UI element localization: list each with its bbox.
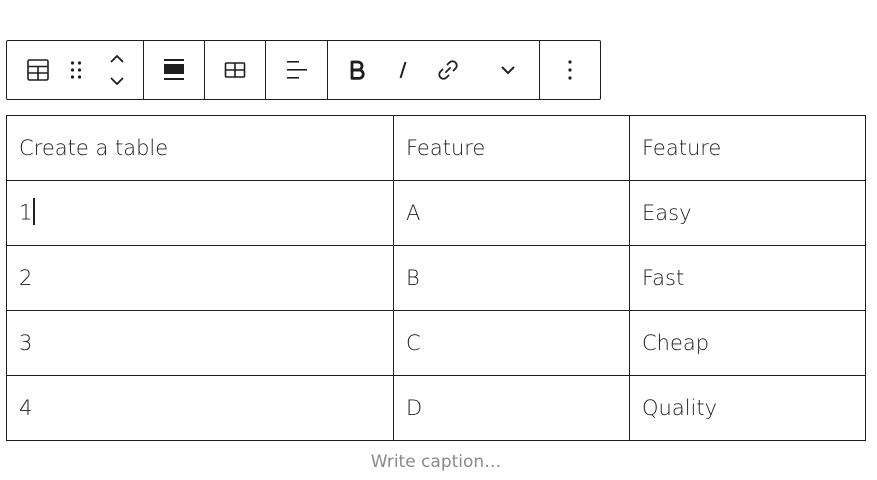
move-up-down-icon — [110, 54, 124, 86]
cell-text: C — [406, 331, 421, 355]
table-cell[interactable]: Feature — [393, 115, 630, 181]
bold-icon — [350, 60, 365, 80]
drag-button[interactable] — [59, 41, 92, 99]
block-toolbar — [6, 40, 601, 100]
cell-text: A — [406, 201, 421, 225]
more-formats-button[interactable] — [477, 41, 539, 99]
cell-text: Create a table — [19, 136, 169, 160]
bold-button[interactable] — [328, 41, 386, 99]
table-edit-group — [205, 41, 266, 99]
table-caption-input[interactable]: Write caption… — [0, 452, 872, 472]
table-cell[interactable]: 3 — [6, 310, 394, 376]
table-cell[interactable]: Create a table — [6, 115, 394, 181]
table-row: Create a table Feature Feature — [6, 115, 866, 181]
cell-text: B — [406, 266, 420, 290]
table-cell-active[interactable]: 1 — [6, 180, 394, 246]
more-vertical-icon — [568, 60, 572, 80]
align-button[interactable] — [144, 41, 204, 99]
table-cell[interactable]: A — [393, 180, 630, 246]
table-row: 4 D Quality — [6, 375, 866, 441]
cell-text: 2 — [19, 266, 33, 290]
cell-text: 4 — [19, 396, 33, 420]
align-wide-icon — [164, 59, 184, 80]
table-cell[interactable]: C — [393, 310, 630, 376]
cell-text: Feature — [406, 136, 486, 160]
text-cursor — [33, 197, 36, 225]
table-edit-icon — [224, 62, 246, 78]
cell-text: Quality — [642, 396, 718, 420]
chevron-down-icon — [501, 66, 515, 75]
table-block-button[interactable] — [7, 41, 59, 99]
table-cell[interactable]: 4 — [6, 375, 394, 441]
cell-text: Easy — [642, 201, 692, 225]
options-group — [540, 41, 600, 99]
table-cell[interactable]: Fast — [629, 245, 866, 311]
align-group — [144, 41, 205, 99]
options-button[interactable] — [540, 41, 600, 99]
table-row: 3 C Cheap — [6, 310, 866, 376]
table-icon — [27, 59, 49, 81]
table-row: 1 A Easy — [6, 180, 866, 246]
italic-icon — [399, 61, 407, 79]
table-row: 2 B Fast — [6, 245, 866, 311]
table-cell[interactable]: 2 — [6, 245, 394, 311]
table-cell[interactable]: Quality — [629, 375, 866, 441]
table-cell[interactable]: D — [393, 375, 630, 441]
cell-text: 1 — [19, 200, 33, 224]
cell-text: Fast — [642, 266, 685, 290]
data-table: Create a table Feature Feature 1 A Easy … — [6, 115, 866, 441]
move-button[interactable] — [92, 41, 142, 99]
drag-handle-icon — [70, 61, 81, 79]
italic-button[interactable] — [386, 41, 420, 99]
cell-text: Cheap — [642, 331, 710, 355]
link-icon — [438, 60, 459, 80]
cell-text: 3 — [19, 331, 33, 355]
text-align-group — [266, 41, 328, 99]
edit-table-button[interactable] — [205, 41, 265, 99]
table-cell[interactable]: B — [393, 245, 630, 311]
link-button[interactable] — [420, 41, 478, 99]
format-group — [328, 41, 540, 99]
table-cell[interactable]: Cheap — [629, 310, 866, 376]
table-cell[interactable]: Feature — [629, 115, 866, 181]
cell-text: Feature — [642, 136, 722, 160]
text-align-button[interactable] — [266, 41, 327, 99]
cell-text: D — [406, 396, 423, 420]
align-text-left-icon — [286, 61, 307, 79]
table-cell[interactable]: Easy — [629, 180, 866, 246]
block-controls-group — [7, 41, 144, 99]
